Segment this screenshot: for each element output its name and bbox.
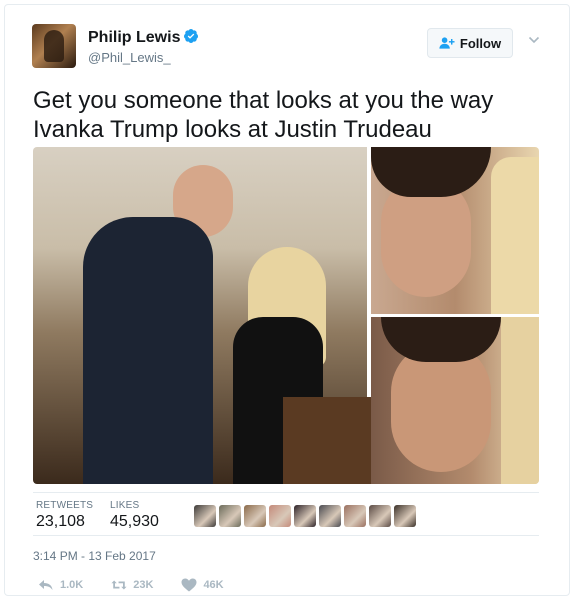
photo-blonde-hair — [501, 317, 539, 484]
photo-blonde-hair — [491, 157, 539, 314]
liker-avatar[interactable] — [244, 505, 266, 527]
like-count: 46K — [203, 579, 224, 591]
user-handle[interactable]: @Phil_Lewis_ — [88, 50, 171, 65]
divider — [33, 535, 539, 536]
liker-avatar[interactable] — [369, 505, 391, 527]
retweets-stat[interactable]: RETWEETS 23,108 — [36, 500, 93, 531]
likes-stat[interactable]: LIKES 45,930 — [110, 500, 159, 531]
liker-avatar[interactable] — [319, 505, 341, 527]
media-grid — [33, 147, 539, 484]
liker-avatar[interactable] — [194, 505, 216, 527]
follow-button[interactable]: Follow — [427, 28, 513, 58]
divider — [33, 492, 539, 493]
liker-avatar[interactable] — [394, 505, 416, 527]
liker-avatar[interactable] — [344, 505, 366, 527]
liker-avatar[interactable] — [219, 505, 241, 527]
liker-avatar[interactable] — [269, 505, 291, 527]
retweets-count: 23,108 — [36, 513, 85, 530]
reply-button[interactable]: 1.0K — [38, 578, 83, 592]
photo-table — [283, 397, 373, 484]
retweet-icon — [111, 580, 127, 590]
photo-main[interactable] — [33, 147, 373, 484]
reply-count: 1.0K — [60, 579, 84, 591]
retweets-label: RETWEETS — [36, 500, 94, 511]
tweet-text: Get you someone that looks at you the wa… — [33, 87, 494, 143]
like-button[interactable]: 46K — [181, 578, 224, 592]
avatar-figure — [44, 30, 64, 62]
follow-button-label: Follow — [459, 35, 502, 51]
display-name[interactable]: Philip Lewis — [88, 28, 199, 47]
photo-hair — [371, 147, 491, 197]
likers-avatars — [194, 505, 416, 527]
tweet-header: Philip Lewis @Phil_Lewis_ Follow — [32, 24, 542, 72]
retweet-count: 23K — [133, 579, 154, 591]
likes-label: LIKES — [110, 500, 140, 511]
likes-count: 45,930 — [110, 513, 159, 530]
chevron-down-icon[interactable] — [528, 34, 540, 46]
heart-icon — [181, 578, 197, 592]
photo-bottom-right[interactable] — [371, 317, 539, 484]
photo-hair — [381, 317, 501, 362]
verified-badge-icon — [184, 29, 199, 43]
reply-icon — [39, 580, 53, 590]
photo-top-right[interactable] — [371, 147, 539, 314]
tweet-actions: 1.0K 23K 46K — [38, 578, 224, 592]
display-name-text[interactable]: Philip Lewis — [88, 29, 180, 46]
liker-avatar[interactable] — [294, 505, 316, 527]
retweet-button[interactable]: 23K — [111, 578, 153, 592]
photo-figure-man-suit — [83, 217, 213, 484]
avatar[interactable] — [32, 24, 76, 68]
add-user-icon — [439, 37, 455, 49]
tweet-timestamp[interactable]: 3:14 PM - 13 Feb 2017 — [33, 549, 156, 563]
